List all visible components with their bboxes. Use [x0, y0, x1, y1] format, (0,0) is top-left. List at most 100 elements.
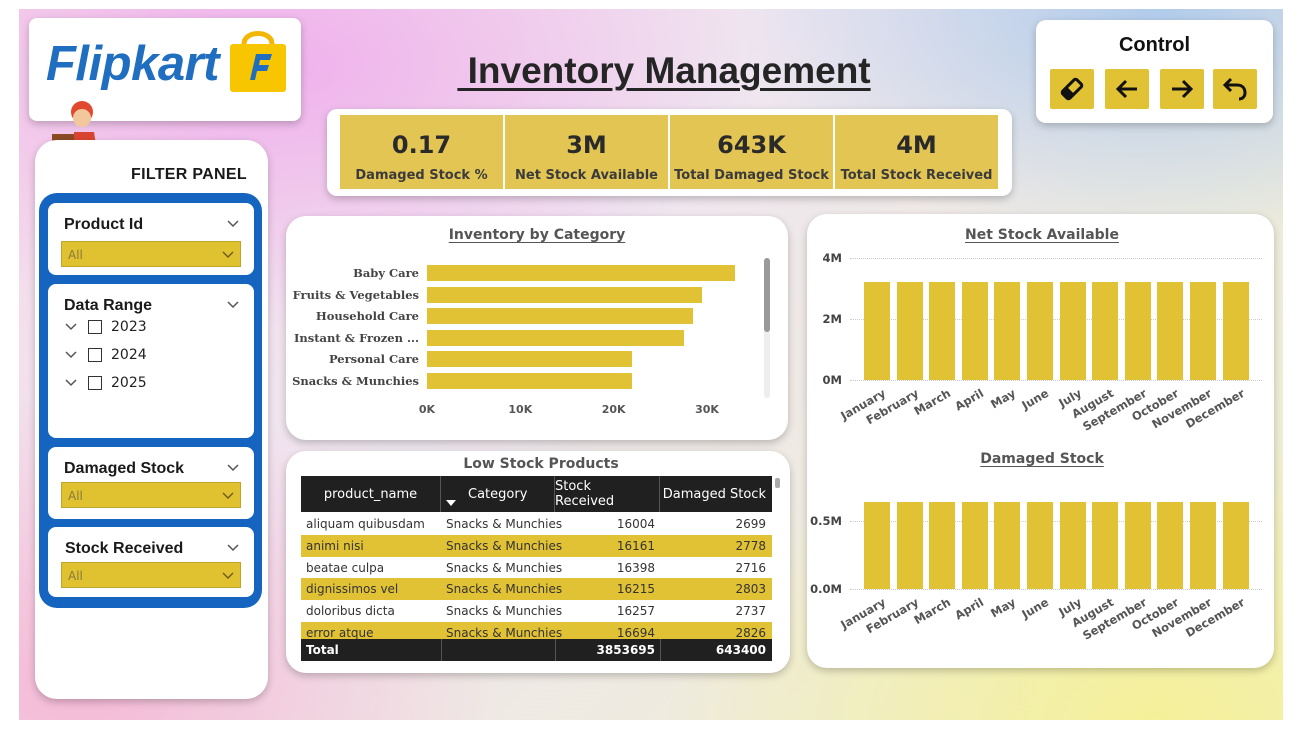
column-header-damaged-stock[interactable]: Damaged Stock [660, 476, 772, 512]
month-bar[interactable] [1124, 282, 1151, 380]
table-row[interactable]: error atque Snacks & Munchies 16694 2826 [301, 622, 772, 640]
category-label: Snacks & Munchies [292, 374, 419, 388]
kpi-label: Total Damaged Stock [674, 168, 829, 183]
month-bar[interactable] [1190, 282, 1216, 380]
kpi-total-stock-received: 4M Total Stock Received [835, 115, 998, 189]
month-bar[interactable] [1190, 501, 1216, 589]
month-bar[interactable] [1059, 282, 1086, 380]
back-button[interactable] [1105, 69, 1149, 109]
chevron-down-icon[interactable] [64, 376, 78, 390]
column-header-product-name[interactable]: product_name [301, 476, 441, 512]
dropdown-value: All [68, 489, 83, 503]
control-card: Control [1036, 20, 1273, 123]
year-option-2023[interactable]: 2023 [64, 317, 147, 337]
category-bar[interactable] [427, 308, 693, 325]
stock-received-dropdown[interactable]: All [61, 562, 241, 588]
month-bar[interactable] [994, 501, 1021, 589]
column-header-label: Stock Received [555, 479, 615, 509]
table-total-row: Total 3853695 643400 [301, 639, 772, 661]
month-bar[interactable] [1157, 282, 1184, 380]
cell-category: Snacks & Munchies [446, 560, 563, 575]
table-title: Low Stock Products [463, 456, 619, 472]
category-bar[interactable] [427, 373, 633, 389]
month-bar[interactable] [1059, 501, 1086, 589]
table-row[interactable]: beatae culpa Snacks & Munchies 16398 2716 [301, 557, 772, 579]
slicer-title: Data Range [64, 297, 153, 314]
reset-button[interactable] [1213, 69, 1257, 109]
category-bar[interactable] [427, 286, 703, 303]
arrow-right-icon [1172, 79, 1194, 99]
checkbox[interactable] [88, 376, 102, 390]
cell-damaged-stock: 2699 [735, 517, 766, 531]
category-label: Personal Care [328, 352, 419, 367]
month-bar[interactable] [1027, 501, 1053, 589]
cell-stock-received: 16398 [616, 560, 655, 575]
chart-scrollbar[interactable] [764, 258, 770, 332]
y-tick-label: 2M [822, 312, 842, 326]
cell-stock-received: 16257 [616, 604, 655, 619]
x-tick-label: 20K [601, 403, 626, 416]
cell-product-name: aliquam quibusdam [306, 517, 425, 531]
month-bar[interactable] [1027, 282, 1053, 380]
kpi-label: Total Stock Received [840, 168, 993, 183]
table-row[interactable]: aliquam quibusdam Snacks & Munchies 16004 2… [301, 513, 772, 535]
month-bar[interactable] [1092, 282, 1119, 380]
table-row[interactable]: doloribus dicta Snacks & Munchies 16257 273… [301, 600, 772, 622]
month-bar[interactable] [1124, 501, 1151, 589]
table-header: product_name Category Stock Received Dam… [301, 476, 772, 512]
forward-button[interactable] [1160, 69, 1204, 109]
month-bar[interactable] [1092, 501, 1119, 589]
month-bar[interactable] [961, 282, 988, 380]
kpi-strip: 0.17 Damaged Stock % 3M Net Stock Availa… [327, 109, 1012, 196]
gridline [850, 380, 1262, 381]
arrow-left-icon [1115, 79, 1137, 99]
month-bar[interactable] [1222, 501, 1249, 589]
month-bar[interactable] [929, 501, 956, 589]
x-tick-label: 10K [508, 403, 533, 416]
table-row[interactable]: animi nisi Snacks & Munchies 16161 2778 [301, 534, 772, 557]
y-tick-label: 0M [822, 373, 842, 387]
slicer-title: Damaged Stock [64, 460, 185, 477]
table-row[interactable]: dignissimos vel Snacks & Munchies 16215 280… [301, 578, 772, 601]
clear-filters-button[interactable] [1050, 69, 1094, 109]
month-bar[interactable] [961, 501, 988, 589]
chevron-down-icon[interactable] [64, 348, 78, 362]
kpi-net-stock-available: 3M Net Stock Available [505, 115, 668, 189]
cell-damaged-stock: 2803 [735, 582, 766, 597]
product-id-dropdown[interactable]: All [61, 241, 241, 267]
chevron-down-icon[interactable] [226, 461, 240, 475]
kpi-label: Net Stock Available [515, 168, 658, 183]
year-option-2025[interactable]: 2025 [64, 373, 147, 393]
damaged-stock-dropdown[interactable]: All [61, 482, 241, 508]
category-bar[interactable] [427, 351, 633, 368]
month-bar[interactable] [864, 501, 890, 589]
column-header-stock-received[interactable]: Stock Received [555, 476, 660, 512]
chevron-down-icon[interactable] [226, 298, 240, 312]
chevron-down-icon[interactable] [226, 541, 240, 555]
month-bar[interactable] [1222, 282, 1249, 380]
eraser-icon [1060, 77, 1084, 101]
month-bar[interactable] [1157, 501, 1184, 589]
month-bar[interactable] [994, 282, 1021, 380]
month-bar[interactable] [864, 282, 890, 380]
cell-product-name: doloribus dicta [306, 604, 395, 619]
month-bar[interactable] [896, 282, 923, 380]
year-option-2024[interactable]: 2024 [64, 345, 147, 365]
chevron-down-icon[interactable] [226, 217, 240, 231]
checkbox[interactable] [88, 320, 102, 334]
category-label: Baby Care [353, 266, 419, 280]
category-bar[interactable] [427, 329, 684, 346]
month-bar[interactable] [929, 282, 956, 380]
month-bar[interactable] [896, 501, 923, 589]
table-scrollbar[interactable] [775, 478, 780, 488]
column-header-category[interactable]: Category [441, 476, 555, 512]
year-label: 2023 [111, 319, 147, 335]
category-bar[interactable] [427, 265, 735, 281]
cell-stock-received: 16215 [616, 582, 655, 597]
cell-category: Snacks & Munchies [446, 517, 563, 531]
cell-stock-received: 16694 [616, 626, 655, 640]
checkbox[interactable] [88, 348, 102, 362]
undo-icon [1222, 77, 1247, 101]
cell-product-name: dignissimos vel [306, 582, 399, 597]
chevron-down-icon[interactable] [64, 320, 78, 334]
